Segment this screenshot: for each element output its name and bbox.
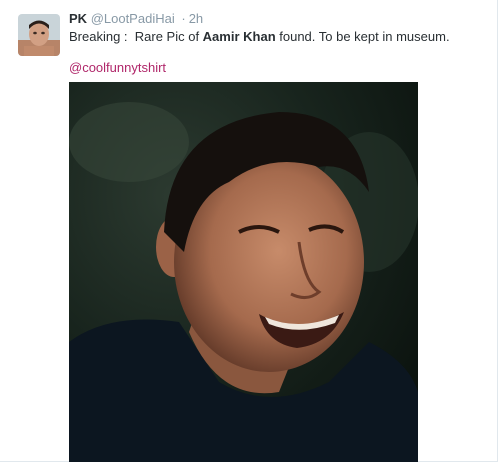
tweet-text: Breaking : Rare Pic of Aamir Khan found.… bbox=[69, 28, 450, 45]
separator-dot: · bbox=[181, 11, 186, 26]
mention-link[interactable]: @coolfunnytshirt bbox=[69, 59, 166, 76]
tweet-text-bold: Aamir Khan bbox=[202, 29, 276, 44]
tweet-text-start: Breaking : Rare Pic of bbox=[69, 29, 203, 44]
tweet-photo[interactable] bbox=[69, 82, 418, 462]
laughing-man-photo-image bbox=[69, 82, 418, 462]
tweet-header: PK @LootPadiHai · 2h bbox=[69, 11, 203, 27]
display-name[interactable]: PK bbox=[69, 11, 87, 26]
tweet[interactable]: PK @LootPadiHai · 2h Breaking : Rare Pic … bbox=[0, 0, 498, 462]
avatar-image bbox=[18, 14, 60, 56]
user-handle[interactable]: @LootPadiHai bbox=[91, 11, 175, 26]
timestamp[interactable]: 2h bbox=[189, 11, 203, 26]
avatar[interactable] bbox=[18, 14, 60, 56]
tweet-text-end: found. To be kept in museum. bbox=[275, 29, 450, 44]
